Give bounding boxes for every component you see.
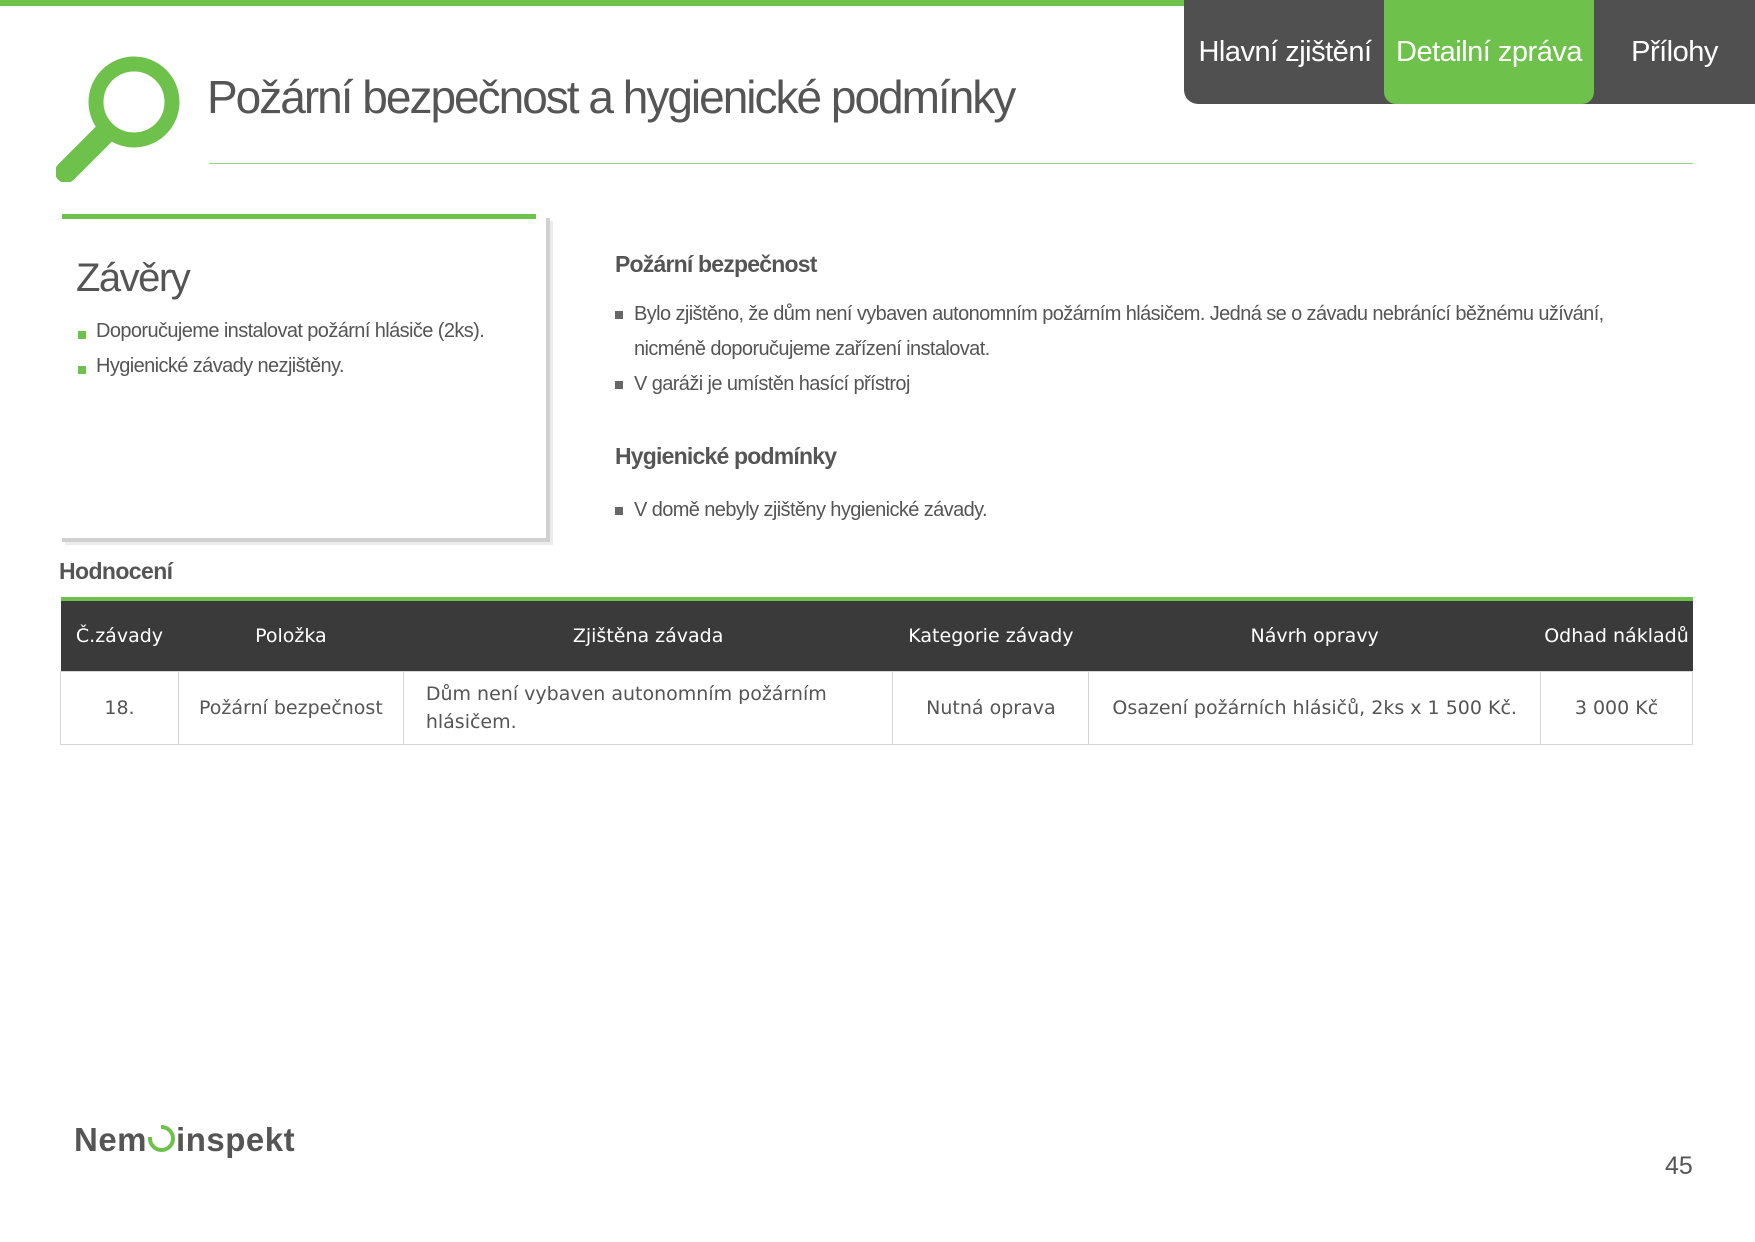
main-navigation: Hlavní zjištění Detailní zpráva Přílohy [1184,0,1755,104]
tab-detailed-report[interactable]: Detailní zpráva [1384,0,1594,104]
column-header: Zjištěna závada [403,599,893,672]
column-header: Odhad nákladů [1540,599,1693,672]
list-item: Bylo zjištěno, že dům není vybaven auton… [615,297,1635,367]
brand-text-start: Nem [74,1121,148,1158]
finding-text: V domě nebyly zjištěny hygienické závady… [634,499,988,521]
table-cell: Požární bezpečnost [177,671,404,745]
title-divider [209,163,1693,164]
conclusion-text: Doporučujeme instalovat požární hlásiče … [96,320,485,342]
square-bullet-icon [78,365,86,374]
evaluation-label: Hodnocení [59,558,173,584]
top-accent-line [0,0,1190,6]
evaluation-table: Č.závady Položka Zjištěna závada Kategor… [60,597,1694,745]
section-heading-hygiene: Hygienické podmínky [615,443,837,469]
conclusions-box: Závěry Doporučujeme instalovat požární h… [58,214,546,538]
table-cell: 3 000 Kč [1539,671,1694,745]
list-item: V domě nebyly zjištěny hygienické závady… [615,493,988,528]
square-bullet-icon [615,507,623,515]
conclusion-text: Hygienické závady nezjištěny. [96,355,345,377]
brand-text-end: inspekt [176,1121,296,1158]
table-cell: Osazení požárních hlásičů, 2ks x 1 500 K… [1088,671,1541,745]
magnifier-icon [56,56,180,182]
column-header: Kategorie závady [892,599,1089,672]
hygiene-list: V domě nebyly zjištěny hygienické závady… [615,493,988,528]
tab-main-findings[interactable]: Hlavní zjištění [1184,0,1386,104]
square-bullet-icon [615,381,623,389]
table-cell: 18. [60,671,179,745]
list-item: Doporučujeme instalovat požární hlásiče … [78,314,485,349]
finding-text: V garáži je umístěn hasící přístroj [634,373,910,395]
list-item: Hygienické závady nezjištěny. [78,349,484,384]
finding-text: Bylo zjištěno, že dům není vybaven auton… [634,303,1604,360]
table-cell: Nutná oprava [892,671,1090,745]
brand-logo: Nem inspekt [74,1121,295,1159]
conclusions-accent-bar [62,214,536,219]
conclusions-list: Doporučujeme instalovat požární hlásiče … [78,314,485,384]
fire-safety-list: Bylo zjištěno, že dům není vybaven auton… [615,297,1635,402]
section-heading-fire-safety: Požární bezpečnost [615,251,817,277]
column-header: Návrh opravy [1088,599,1541,672]
square-bullet-icon [78,330,86,339]
table-row: 18. Požární bezpečnost Dům není vybaven … [60,671,1694,745]
list-item: V garáži je umístěn hasící přístroj [615,367,1635,402]
table-cell: Dům není vybaven autonomním požárním hlá… [402,671,894,745]
conclusions-heading: Závěry [76,256,191,300]
column-header: Položka [178,599,404,672]
tab-attachments[interactable]: Přílohy [1594,0,1755,104]
table-header-row: Č.závady Položka Zjištěna závada Kategor… [60,599,1693,672]
square-bullet-icon [615,311,623,319]
column-header: Č.závady [60,599,179,672]
brand-o-icon [147,1123,176,1152]
page-title: Požární bezpečnost a hygienické podmínky [207,71,1016,123]
page-number: 45 [1665,1152,1693,1180]
